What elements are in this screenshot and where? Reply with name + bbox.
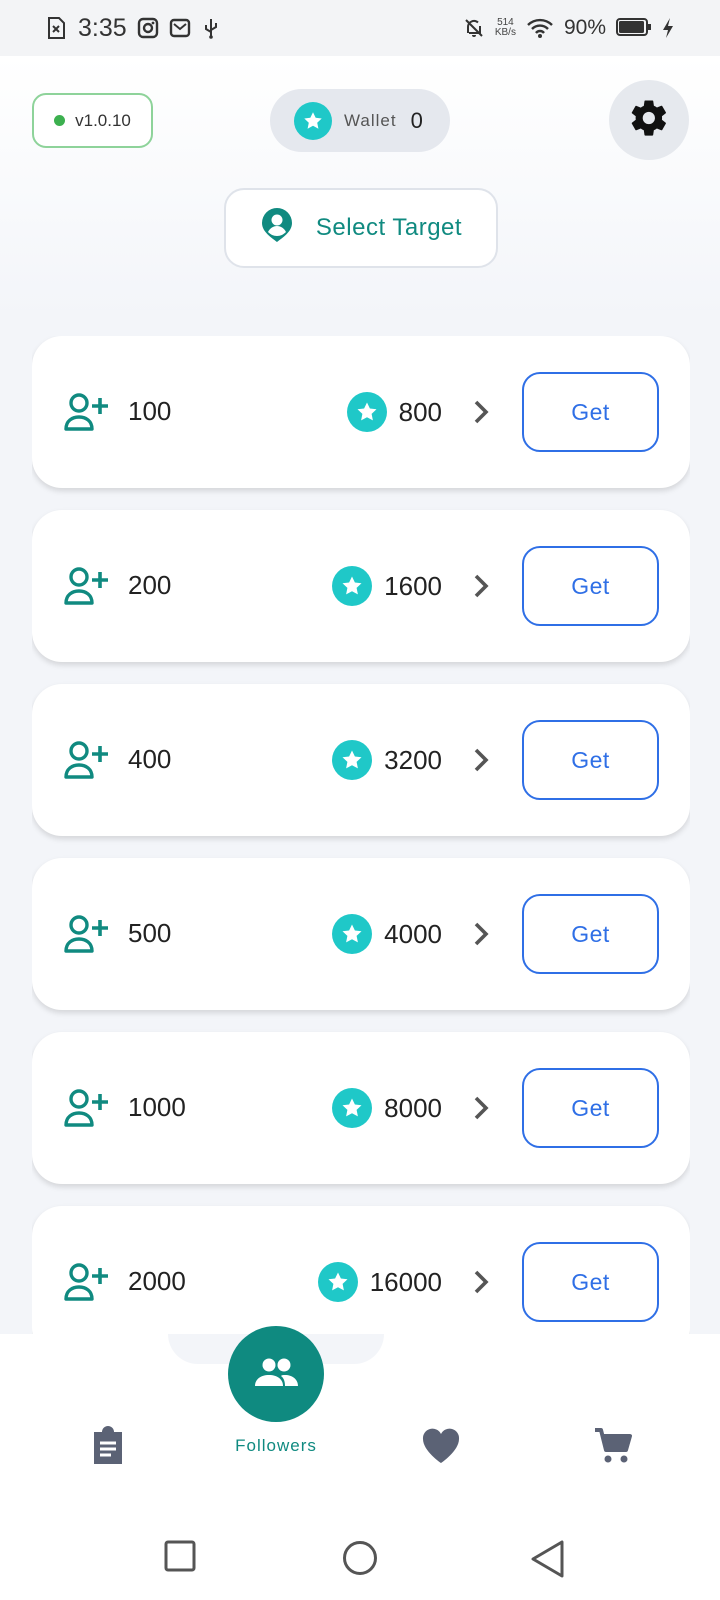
get-button[interactable]: Get xyxy=(522,720,659,800)
package-list: 100 800 Get 200 1600 Get 400 3200 Get 50… xyxy=(32,336,690,1334)
battery-percent: 90% xyxy=(563,16,606,39)
coin-star-icon xyxy=(346,392,387,432)
heart-icon xyxy=(421,1428,461,1469)
price-value: 3200 xyxy=(384,744,442,775)
chevron-right-icon xyxy=(471,1269,491,1295)
mail-icon xyxy=(169,17,191,39)
coin-star-icon xyxy=(294,101,332,140)
coin-star-icon xyxy=(317,1262,358,1302)
home-button[interactable] xyxy=(342,1540,378,1581)
price: 1600 xyxy=(332,566,442,606)
follower-count: 200 xyxy=(128,570,172,600)
follower-count: 2000 xyxy=(128,1266,186,1296)
chevron-right-icon xyxy=(471,921,491,947)
version-badge: v1.0.10 xyxy=(32,93,153,148)
nav-item-likes[interactable] xyxy=(419,1426,463,1470)
battery-icon xyxy=(616,17,652,39)
charging-icon xyxy=(662,17,674,39)
mute-icon xyxy=(463,17,485,39)
person-add-icon xyxy=(64,1088,110,1128)
package-card: 1000 8000 Get xyxy=(32,1032,690,1184)
network-speed: 514 KB/s xyxy=(495,18,516,38)
follower-count: 500 xyxy=(128,918,172,948)
follower-count: 400 xyxy=(128,744,172,774)
status-bar-right: 514 KB/s 90% xyxy=(463,16,674,40)
square-icon xyxy=(164,1540,196,1577)
person-add-icon xyxy=(64,1262,110,1302)
status-bar: 3:35 514 KB/s 90% xyxy=(0,0,720,56)
version-text: v1.0.10 xyxy=(75,110,131,130)
people-icon xyxy=(254,1357,298,1392)
nav-label-followers: Followers xyxy=(235,1436,317,1455)
price-value: 16000 xyxy=(369,1266,442,1297)
package-card: 200 1600 Get xyxy=(32,510,690,662)
get-button[interactable]: Get xyxy=(522,894,659,974)
nav-item-shop[interactable] xyxy=(591,1426,635,1470)
package-card: 2000 16000 Get xyxy=(32,1206,690,1334)
network-speed-unit: KB/s xyxy=(494,27,516,38)
status-time: 3:35 xyxy=(78,13,127,42)
price: 4000 xyxy=(332,914,442,954)
gear-icon xyxy=(628,97,670,144)
price-value: 8000 xyxy=(384,1092,442,1123)
follower-count: 1000 xyxy=(128,1092,186,1122)
wifi-icon xyxy=(526,17,554,39)
back-button[interactable] xyxy=(530,1540,566,1583)
chevron-right-icon xyxy=(471,399,491,425)
wallet-label: Wallet xyxy=(344,110,397,130)
triangle-back-icon xyxy=(530,1540,566,1583)
select-target-button[interactable]: Select Target xyxy=(224,188,498,268)
coin-star-icon xyxy=(332,914,373,954)
select-target-label: Select Target xyxy=(315,214,463,241)
package-card: 100 800 Get xyxy=(32,336,690,488)
package-card: 400 3200 Get xyxy=(32,684,690,836)
package-card: 500 4000 Get xyxy=(32,858,690,1010)
price-value: 4000 xyxy=(384,918,442,949)
sim-icon xyxy=(46,17,68,39)
get-button[interactable]: Get xyxy=(522,372,659,452)
settings-button[interactable] xyxy=(609,80,689,160)
coin-star-icon xyxy=(332,566,373,606)
coin-star-icon xyxy=(332,1088,373,1128)
online-status-dot xyxy=(54,115,66,126)
nav-item-followers[interactable] xyxy=(228,1326,324,1422)
clipboard-icon xyxy=(90,1425,126,1471)
price: 16000 xyxy=(317,1262,442,1302)
person-add-icon xyxy=(64,566,110,606)
get-button[interactable]: Get xyxy=(522,546,659,626)
coin-star-icon xyxy=(332,740,373,780)
usb-icon xyxy=(201,17,223,39)
chevron-right-icon xyxy=(471,747,491,773)
follower-count: 100 xyxy=(128,396,172,426)
person-add-icon xyxy=(64,914,110,954)
wallet-balance: 0 xyxy=(410,107,423,133)
recent-apps-button[interactable] xyxy=(164,1540,196,1577)
price: 3200 xyxy=(332,740,442,780)
nav-item-orders[interactable] xyxy=(86,1425,130,1471)
price: 800 xyxy=(346,392,442,432)
chevron-right-icon xyxy=(471,1095,491,1121)
circle-icon xyxy=(342,1540,378,1581)
price: 8000 xyxy=(332,1088,442,1128)
wallet-pill[interactable]: Wallet 0 xyxy=(270,89,450,152)
get-button[interactable]: Get xyxy=(522,1068,659,1148)
cart-icon xyxy=(593,1426,633,1471)
account-pin-icon xyxy=(260,207,294,250)
price-value: 800 xyxy=(398,396,442,427)
person-add-icon xyxy=(64,392,110,432)
get-button[interactable]: Get xyxy=(522,1242,659,1322)
chevron-right-icon xyxy=(471,573,491,599)
person-add-icon xyxy=(64,740,110,780)
instagram-icon xyxy=(137,17,159,39)
price-value: 1600 xyxy=(384,570,442,601)
status-bar-left: 3:35 xyxy=(46,14,223,43)
